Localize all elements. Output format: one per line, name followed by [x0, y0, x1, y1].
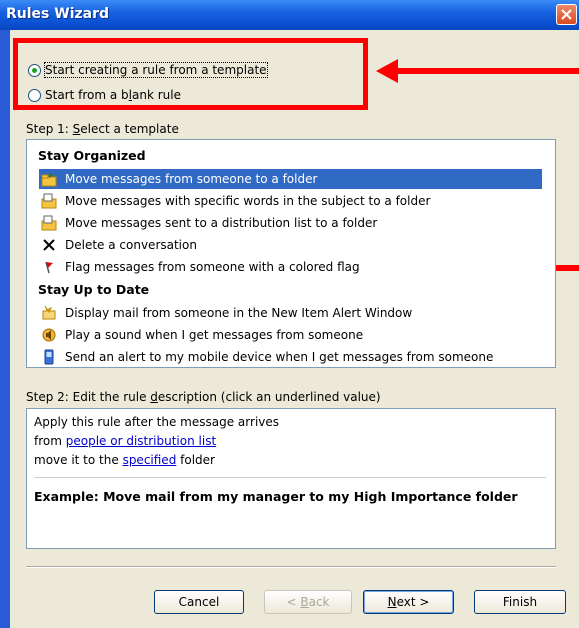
annotation-box	[13, 38, 368, 110]
item-label: Move messages from someone to a folder	[65, 172, 318, 186]
list-item[interactable]: Move messages from someone to a folder	[39, 169, 542, 189]
description-divider	[34, 477, 546, 478]
red-flag-icon	[41, 259, 57, 275]
item-label: Flag messages from someone with a colore…	[65, 260, 360, 274]
annotation-arrow-top	[376, 59, 579, 83]
specified-folder-link[interactable]: specified	[123, 453, 177, 467]
list-item[interactable]: Send an alert to my mobile device when I…	[39, 347, 542, 367]
desc-line-2: from people or distribution list	[34, 434, 217, 448]
next-button[interactable]: Next >	[363, 590, 454, 614]
item-label: Display mail from someone in the New Ite…	[65, 306, 413, 320]
move-folder-icon	[41, 215, 57, 231]
title-bar[interactable]: Rules Wizard	[0, 0, 579, 30]
template-list[interactable]: Stay Organized Move messages from someon…	[26, 139, 556, 368]
window-title: Rules Wizard	[6, 6, 110, 22]
delete-x-icon	[41, 237, 57, 253]
rules-wizard-window: Rules Wizard Start creating a rule from …	[0, 0, 579, 628]
list-item[interactable]: Play a sound when I get messages from so…	[39, 325, 542, 345]
cancel-button[interactable]: Cancel	[154, 590, 244, 614]
rule-description-box: Apply this rule after the message arrive…	[26, 408, 556, 549]
people-link[interactable]: people or distribution list	[66, 434, 216, 448]
finish-button[interactable]: Finish	[474, 590, 566, 614]
item-label: Move messages sent to a distribution lis…	[65, 216, 378, 230]
mobile-device-icon	[41, 349, 57, 365]
sound-icon	[41, 327, 57, 343]
move-folder-icon	[41, 171, 57, 187]
group-stay-up-to-date: Stay Up to Date	[38, 282, 150, 297]
item-label: Play a sound when I get messages from so…	[65, 328, 364, 342]
desc-line-3: move it to the specified folder	[34, 453, 215, 467]
step1-label: Step 1: Select a template	[26, 122, 179, 136]
example-text: Example: Move mail from my manager to my…	[34, 489, 518, 504]
close-button[interactable]	[556, 4, 577, 25]
back-button[interactable]: < Back	[264, 590, 352, 614]
item-label: Move messages with specific words in the…	[65, 194, 431, 208]
step2-label: Step 2: Edit the rule description (click…	[26, 390, 381, 404]
list-item[interactable]: Flag messages from someone with a colore…	[39, 257, 542, 277]
group-stay-organized: Stay Organized	[38, 148, 146, 163]
close-icon	[561, 9, 572, 20]
move-folder-icon	[41, 193, 57, 209]
list-item[interactable]: Move messages sent to a distribution lis…	[39, 213, 542, 233]
item-label: Send an alert to my mobile device when I…	[65, 350, 494, 364]
button-divider	[26, 566, 556, 568]
list-item[interactable]: Display mail from someone in the New Ite…	[39, 303, 542, 323]
item-label: Delete a conversation	[65, 238, 197, 252]
new-item-alert-icon	[41, 305, 57, 321]
list-item[interactable]: Move messages with specific words in the…	[39, 191, 542, 211]
list-item[interactable]: Delete a conversation	[39, 235, 542, 255]
desc-line-1: Apply this rule after the message arrive…	[34, 415, 280, 429]
